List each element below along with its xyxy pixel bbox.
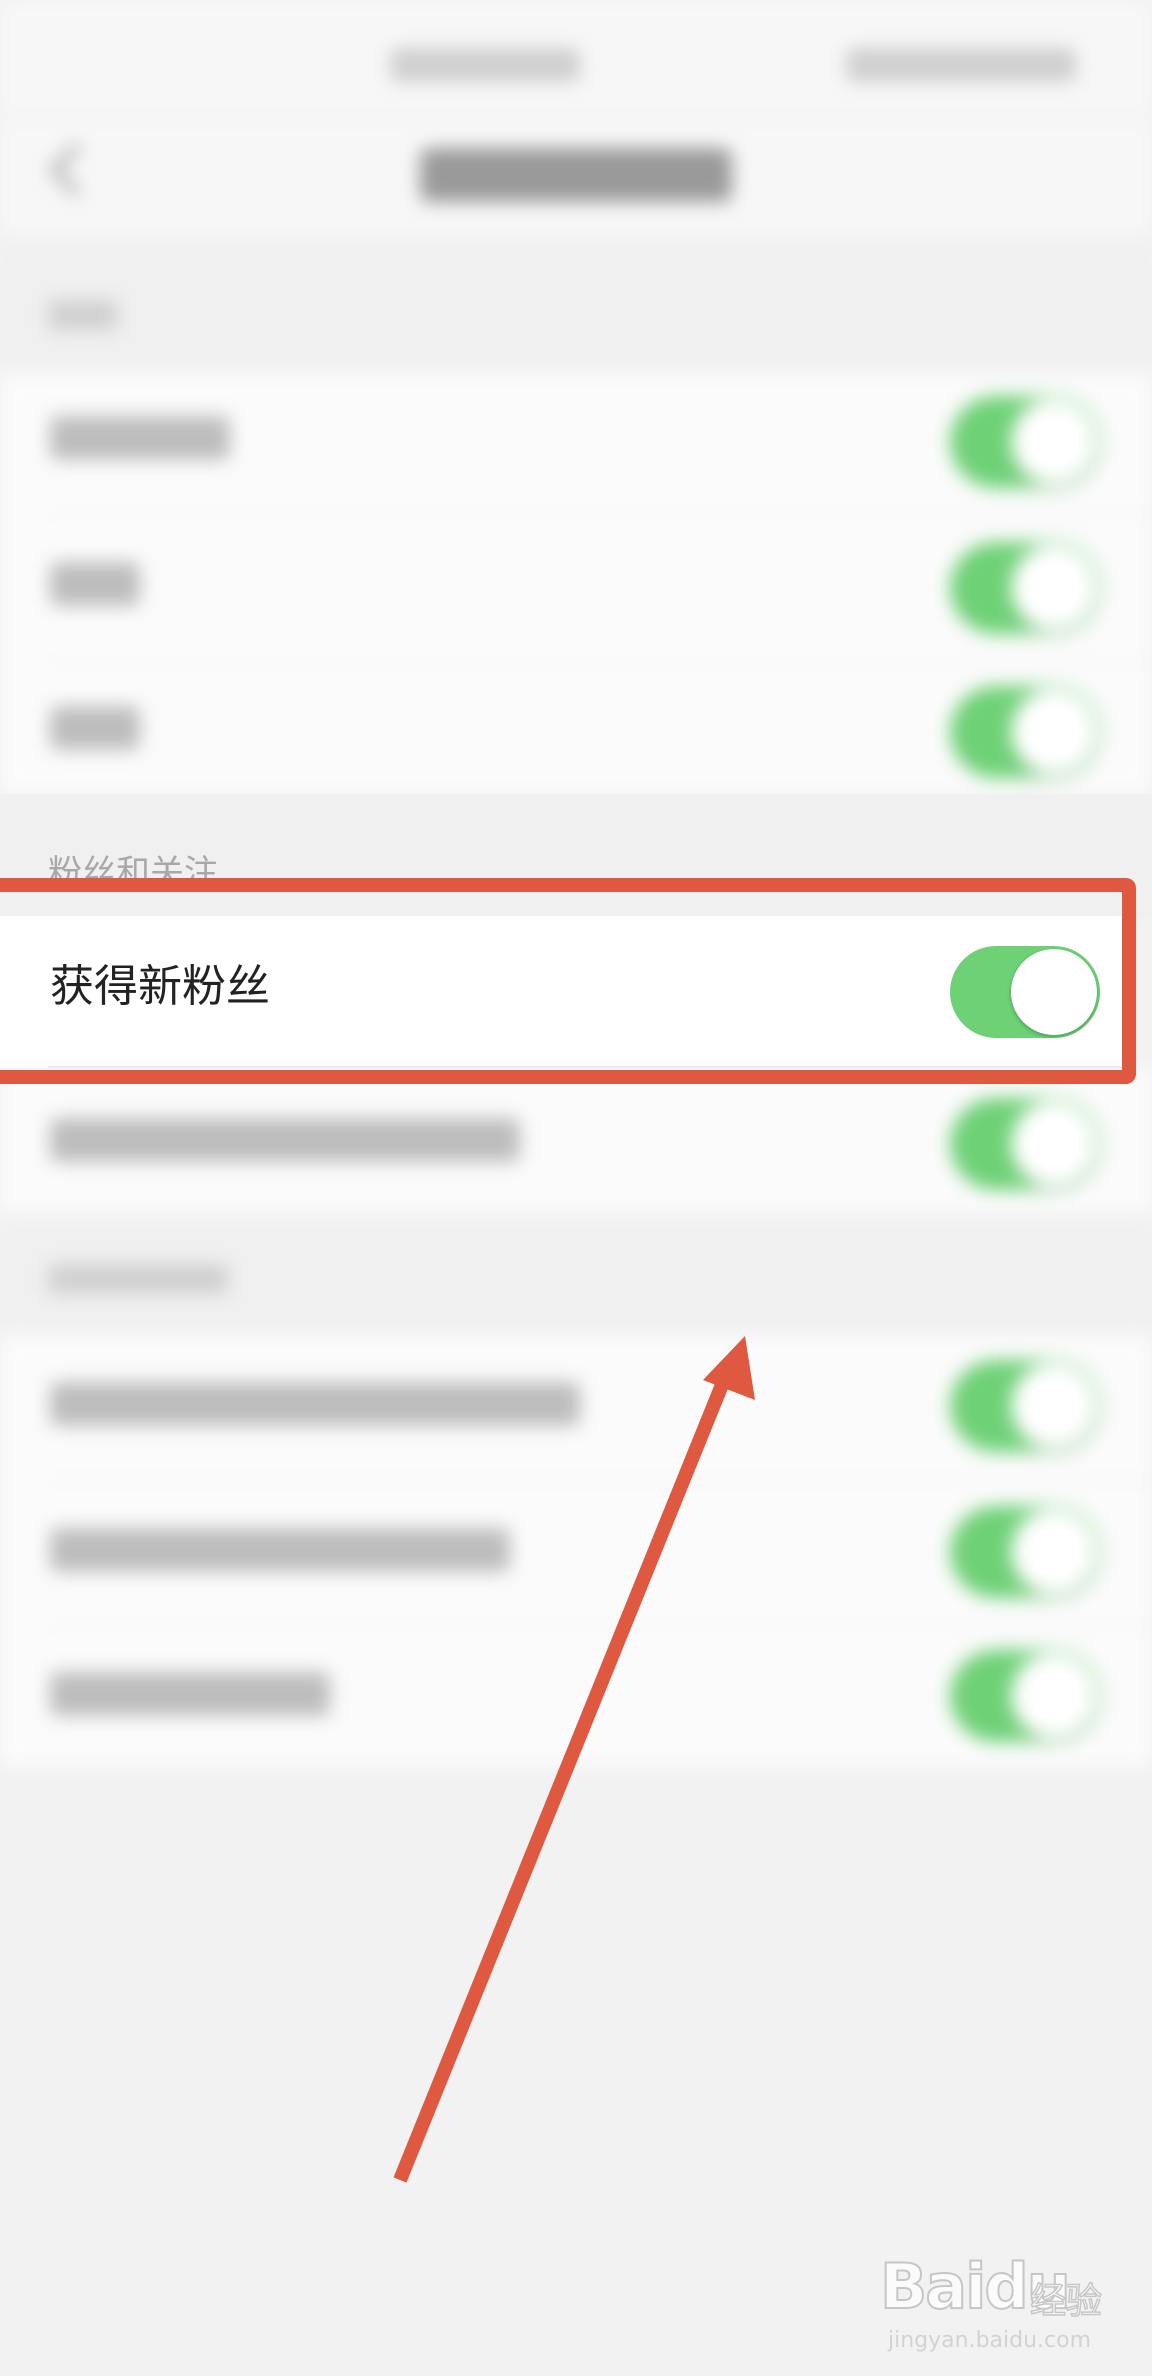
annotation-arrow-icon — [393, 1336, 755, 2183]
watermark-logo: Baidu 经验 jingyan.baidu.com — [879, 2249, 1103, 2360]
watermark-url: jingyan.baidu.com — [888, 2328, 1092, 2353]
watermark-cn: 经验 — [1029, 2280, 1103, 2323]
